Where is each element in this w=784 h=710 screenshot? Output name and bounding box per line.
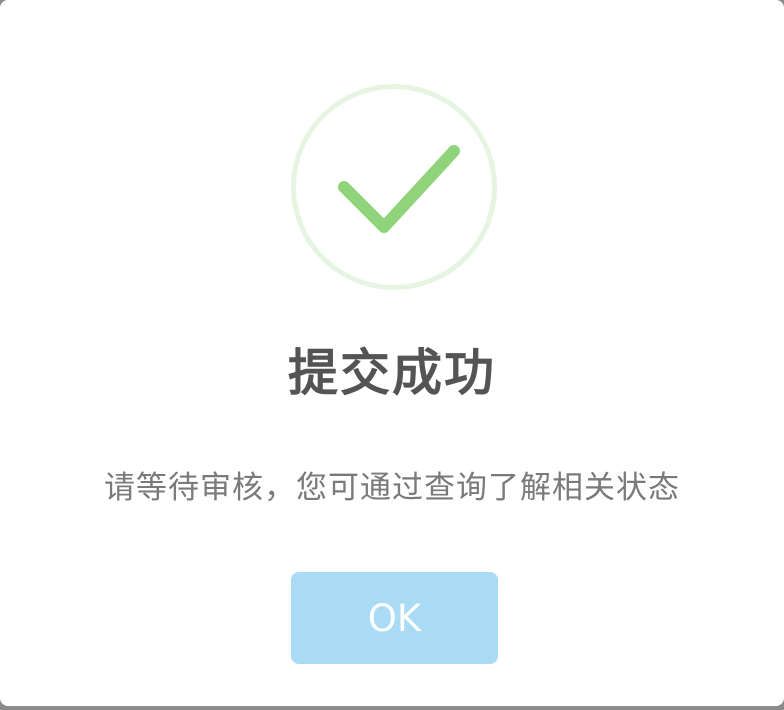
success-dialog: 提交成功 请等待审核，您可通过查询了解相关状态 OK	[0, 0, 784, 706]
checkmark-icon	[338, 145, 460, 233]
success-icon-ring	[291, 84, 497, 290]
ok-button[interactable]: OK	[291, 572, 498, 664]
dialog-title: 提交成功	[288, 344, 496, 402]
dialog-message: 请等待审核，您可通过查询了解相关状态	[104, 470, 680, 506]
